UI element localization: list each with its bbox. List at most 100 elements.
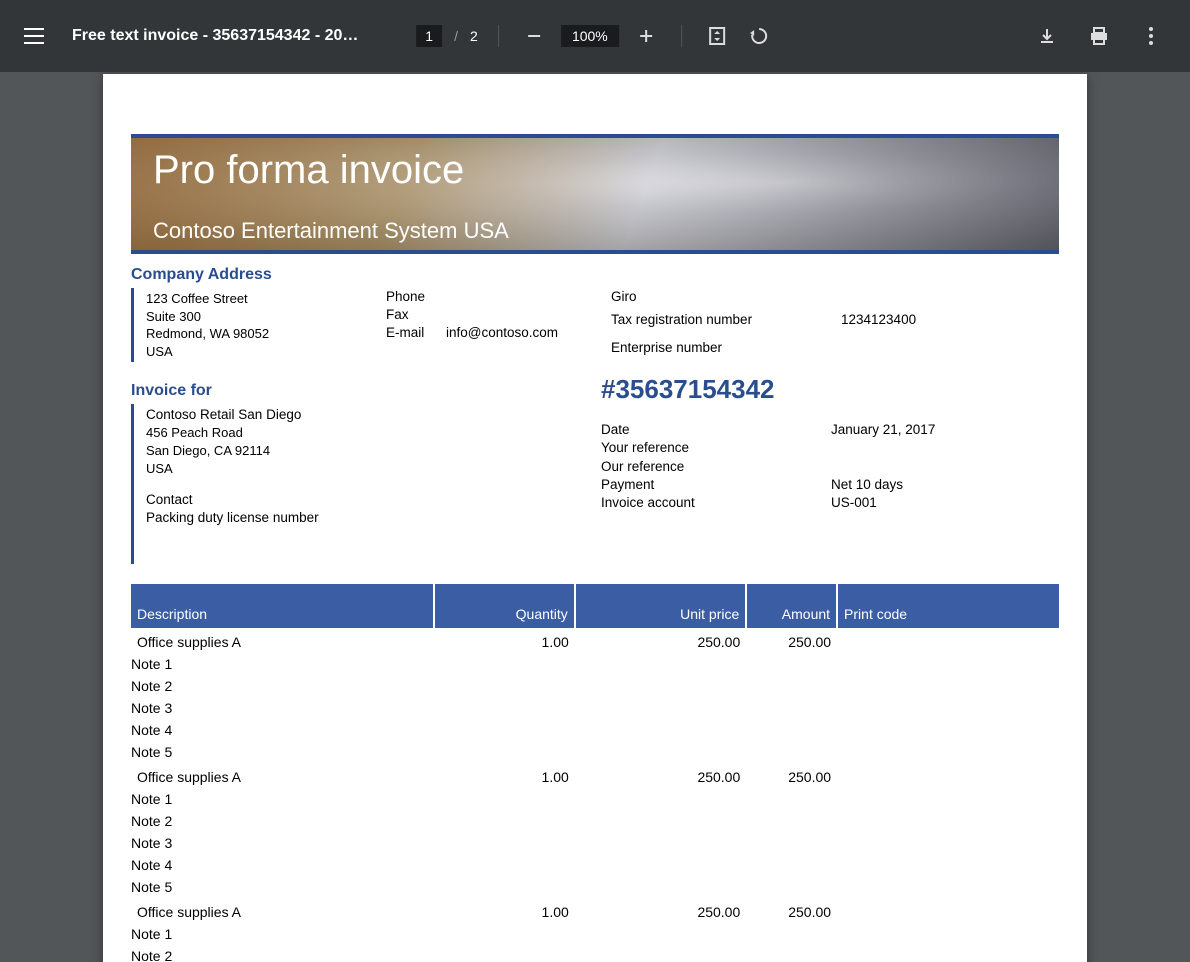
table-note-row: Note 1 bbox=[131, 653, 1059, 675]
label: Invoice account bbox=[601, 494, 831, 512]
report-banner: Pro forma invoice Contoso Entertainment … bbox=[131, 134, 1059, 254]
rotate-button[interactable] bbox=[744, 21, 774, 51]
banner-wrap: Pro forma invoice Contoso Entertainment … bbox=[131, 134, 1059, 254]
table-cell: Office supplies A bbox=[131, 898, 434, 923]
table-row: Office supplies A1.00250.00250.00 bbox=[131, 898, 1059, 923]
print-button[interactable] bbox=[1084, 21, 1114, 51]
value bbox=[831, 458, 1059, 476]
company-address-line: Suite 300 bbox=[146, 308, 386, 326]
invoice-for-line: Contoso Retail San Diego bbox=[146, 406, 601, 424]
banner-subtitle: Contoso Entertainment System USA bbox=[153, 218, 1037, 244]
label: Giro bbox=[611, 288, 841, 311]
more-button[interactable] bbox=[1136, 21, 1166, 51]
label: E-mail bbox=[386, 324, 446, 342]
table-note-row: Note 2 bbox=[131, 810, 1059, 832]
zoom-input[interactable] bbox=[561, 25, 619, 47]
fit-page-icon bbox=[708, 27, 726, 45]
separator bbox=[681, 25, 682, 47]
fit-page-button[interactable] bbox=[702, 21, 732, 51]
table-cell bbox=[837, 628, 1059, 653]
label: Tax registration number bbox=[611, 311, 841, 334]
table-cell: Office supplies A bbox=[131, 763, 434, 788]
table-cell: 250.00 bbox=[575, 763, 746, 788]
note-cell: Note 5 bbox=[131, 876, 1059, 898]
zoom-out-button[interactable] bbox=[519, 21, 549, 51]
note-cell: Note 2 bbox=[131, 810, 1059, 832]
invoice-for-heading: Invoice for bbox=[131, 382, 601, 400]
table-cell: 1.00 bbox=[434, 628, 575, 653]
invoice-info-grid: Invoice for Contoso Retail San Diego456 … bbox=[131, 374, 1059, 564]
table-note-row: Note 4 bbox=[131, 719, 1059, 741]
value bbox=[841, 339, 1059, 362]
note-cell: Note 2 bbox=[131, 945, 1059, 962]
document-title: Free text invoice - 35637154342 - 20… bbox=[72, 27, 358, 45]
value bbox=[831, 439, 1059, 457]
table-note-row: Note 3 bbox=[131, 832, 1059, 854]
label: Date bbox=[601, 421, 831, 439]
rotate-icon bbox=[749, 26, 769, 46]
table-cell: 250.00 bbox=[746, 763, 837, 788]
note-cell: Note 4 bbox=[131, 854, 1059, 876]
print-icon bbox=[1089, 27, 1109, 45]
table-note-row: Note 1 bbox=[131, 923, 1059, 945]
invoice-for-section: Invoice for Contoso Retail San Diego456 … bbox=[131, 374, 601, 564]
label: Fax bbox=[386, 306, 446, 324]
table-header-cell: Description bbox=[131, 584, 434, 628]
table-cell bbox=[837, 763, 1059, 788]
table-note-row: Note 5 bbox=[131, 876, 1059, 898]
company-address-block: 123 Coffee StreetSuite 300Redmond, WA 98… bbox=[131, 288, 386, 362]
table-header-cell: Amount bbox=[746, 584, 837, 628]
page-number-input[interactable] bbox=[416, 25, 442, 47]
more-vertical-icon bbox=[1149, 27, 1153, 45]
table-note-row: Note 1 bbox=[131, 788, 1059, 810]
pdf-toolbar: Free text invoice - 35637154342 - 20… / … bbox=[0, 0, 1190, 72]
company-address-line: Redmond, WA 98052 bbox=[146, 325, 386, 343]
table-note-row: Note 2 bbox=[131, 945, 1059, 962]
table-header-cell: Unit price bbox=[575, 584, 746, 628]
company-contact-row: Fax bbox=[386, 306, 611, 324]
value: US-001 bbox=[831, 494, 1059, 512]
company-contact-row: Phone bbox=[386, 288, 611, 306]
table-cell: 250.00 bbox=[575, 898, 746, 923]
company-address-heading: Company Address bbox=[131, 266, 1059, 284]
table-note-row: Note 2 bbox=[131, 675, 1059, 697]
company-address-line: 123 Coffee Street bbox=[146, 290, 386, 308]
label: Phone bbox=[386, 288, 446, 306]
table-cell: 1.00 bbox=[434, 763, 575, 788]
banner-title: Pro forma invoice bbox=[153, 148, 1037, 192]
plus-icon bbox=[638, 28, 654, 44]
label: Your reference bbox=[601, 439, 831, 457]
pdf-viewer[interactable]: Pro forma invoice Contoso Entertainment … bbox=[0, 72, 1190, 962]
minus-icon bbox=[526, 28, 542, 44]
toolbar-center: / 2 bbox=[416, 21, 774, 51]
note-cell: Note 2 bbox=[131, 675, 1059, 697]
table-note-row: Note 3 bbox=[131, 697, 1059, 719]
invoice-for-block: Contoso Retail San Diego456 Peach RoadSa… bbox=[131, 404, 601, 564]
separator bbox=[498, 25, 499, 47]
table-header-row: DescriptionQuantityUnit priceAmountPrint… bbox=[131, 584, 1059, 628]
note-cell: Note 1 bbox=[131, 653, 1059, 675]
pdf-page: Pro forma invoice Contoso Entertainment … bbox=[103, 74, 1087, 962]
toolbar-right bbox=[1032, 21, 1166, 51]
zoom-in-button[interactable] bbox=[631, 21, 661, 51]
value: 1234123400 bbox=[841, 311, 1059, 334]
label: Our reference bbox=[601, 458, 831, 476]
invoice-for-extra-line: Packing duty license number bbox=[146, 509, 601, 527]
invoice-detail-section: #35637154342 DateJanuary 21, 2017Your re… bbox=[601, 374, 1059, 512]
label: Payment bbox=[601, 476, 831, 494]
value: January 21, 2017 bbox=[831, 421, 1059, 439]
menu-icon[interactable] bbox=[24, 28, 44, 44]
download-button[interactable] bbox=[1032, 21, 1062, 51]
value: info@contoso.com bbox=[446, 324, 558, 342]
note-cell: Note 3 bbox=[131, 697, 1059, 719]
note-cell: Note 5 bbox=[131, 741, 1059, 763]
company-contact-row: E-mailinfo@contoso.com bbox=[386, 324, 611, 342]
company-contact: PhoneFaxE-mailinfo@contoso.com bbox=[386, 288, 611, 362]
company-meta: GiroTax registration number1234123400Ent… bbox=[611, 288, 1059, 362]
table-cell: 250.00 bbox=[746, 628, 837, 653]
note-cell: Note 1 bbox=[131, 788, 1059, 810]
company-grid: 123 Coffee StreetSuite 300Redmond, WA 98… bbox=[131, 288, 1059, 362]
table-row: Office supplies A1.00250.00250.00 bbox=[131, 628, 1059, 653]
company-address-line: USA bbox=[146, 343, 386, 361]
table-cell: 1.00 bbox=[434, 898, 575, 923]
